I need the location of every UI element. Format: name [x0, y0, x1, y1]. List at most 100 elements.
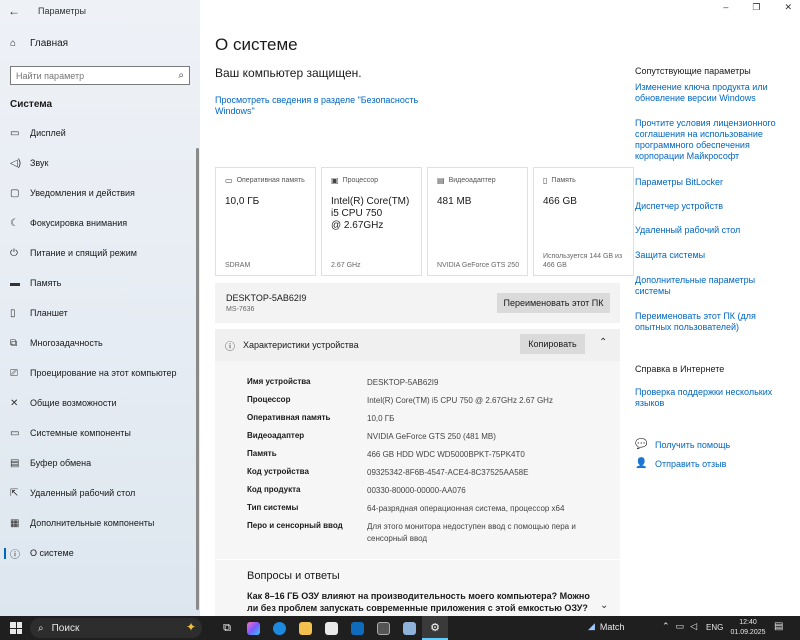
spec-value: 09325342-8F6B-4547-ACE4-8C37525AA58E	[367, 468, 529, 477]
spec-row: Тип системы 64-разрядная операционная сис…	[247, 503, 592, 515]
sidebar-item-display[interactable]: ▭ Дисплей	[0, 118, 196, 148]
sidebar-item-notifications[interactable]: ▢ Уведомления и действия	[0, 178, 196, 208]
link-advanced-settings[interactable]: Дополнительные параметры системы	[635, 275, 765, 297]
sidebar-item-label: Проецирование на этот компьютер	[30, 368, 177, 378]
link-multilang[interactable]: Проверка поддержки нескольких языков	[635, 387, 785, 409]
weather-widget[interactable]: ◢ Match	[588, 621, 624, 632]
sidebar-item-storage[interactable]: ▬ Память	[0, 268, 196, 298]
outlook-icon[interactable]	[344, 616, 370, 640]
task-view-icon[interactable]: ⧉	[214, 616, 240, 640]
rename-pc-button[interactable]: Переименовать этот ПК	[497, 293, 610, 313]
link-rename-advanced[interactable]: Переименовать этот ПК (для опытных польз…	[635, 311, 775, 333]
card-value: Intel(R) Core(TM) i5 CPU 750 @ 2.67GHz	[331, 196, 410, 231]
sidebar-list: ▭ Дисплей ◁) Звук ▢ Уведомления и действия …	[0, 118, 196, 568]
window-controls: – ❐ ✕	[723, 2, 792, 13]
sidebar-item-remote-desktop[interactable]: ⇱ Удаленный рабочий стол	[0, 478, 196, 508]
spec-value: 00330-80000-00000-AA076	[367, 486, 466, 495]
sidebar-item-optional-features[interactable]: ▦ Дополнительные компоненты	[0, 508, 196, 538]
card-ram: ▭ Оперативная память 10,0 ГБ SDRAM	[215, 167, 316, 276]
file-explorer-icon[interactable]	[292, 616, 318, 640]
card-sub: Используется 144 GB из 466 GB	[543, 253, 623, 269]
card-gpu: ▤ Видеоадаптер 481 MB NVIDIA GeForce GTS …	[427, 167, 528, 276]
store-icon[interactable]	[318, 616, 344, 640]
help-chat-icon: 💬	[635, 439, 648, 450]
taskbar-search[interactable]: ⌕ Поиск ✦	[30, 618, 202, 638]
back-arrow-icon[interactable]: ←	[8, 4, 22, 18]
sidebar-home[interactable]: ⌂ Главная	[10, 38, 68, 49]
feedback-person-icon: 👤	[635, 458, 648, 469]
sidebar-item-label: Питание и спящий режим	[30, 248, 137, 258]
link-bitlocker[interactable]: Параметры BitLocker	[635, 177, 785, 188]
sidebar-item-sound[interactable]: ◁) Звук	[0, 148, 196, 178]
notifications-icon[interactable]: ▤	[774, 621, 783, 632]
chevron-up-icon[interactable]: ⌃	[662, 621, 670, 632]
network-icon[interactable]: ▭	[676, 621, 685, 632]
multitasking-icon: ⧉	[10, 337, 18, 349]
taskbar-search-label: Поиск	[51, 622, 80, 634]
sidebar-item-label: О системе	[30, 548, 74, 558]
device-specs-header[interactable]: ⓘ Характеристики устройства Копировать ⌃	[215, 329, 620, 361]
sidebar-item-label: Дисплей	[30, 128, 66, 138]
qa-title: Вопросы и ответы	[247, 570, 340, 582]
get-help-link[interactable]: 💬 Получить помощь	[635, 439, 730, 450]
photos-icon[interactable]	[396, 616, 422, 640]
sidebar-item-focus[interactable]: ☾ Фокусировка внимания	[0, 208, 196, 238]
spec-row: Код продукта 00330-80000-00000-AA076	[247, 485, 592, 497]
link-license-terms[interactable]: Прочтите условия лицензионного соглашени…	[635, 118, 785, 162]
link-system-protection[interactable]: Защита системы	[635, 250, 785, 261]
qa-question[interactable]: Как 8–16 ГБ ОЗУ влияют на производительн…	[247, 590, 592, 614]
spec-key: Код продукта	[247, 485, 301, 494]
language-indicator[interactable]: ENG	[706, 623, 723, 632]
spec-row: Оперативная память 10,0 ГБ	[247, 413, 592, 425]
sidebar-item-system-components[interactable]: ▭ Системные компоненты	[0, 418, 196, 448]
feedback-link[interactable]: 👤 Отправить отзыв	[635, 458, 726, 469]
device-name-bar: DESKTOP-5AB62I9 MS-7636 Переименовать эт…	[215, 283, 620, 323]
sidebar-item-tablet[interactable]: ▯ Планшет	[0, 298, 196, 328]
search-icon: ⌕	[38, 622, 44, 634]
sidebar-item-about[interactable]: ⓘ О системе	[0, 538, 196, 568]
security-link[interactable]: Просмотреть сведения в разделе "Безопасн…	[215, 95, 425, 117]
sidebar-item-multitasking[interactable]: ⧉ Многозадачность	[0, 328, 196, 358]
sidebar-item-power[interactable]: ⏻ Питание и спящий режим	[0, 238, 196, 268]
link-remote-desktop[interactable]: Удаленный рабочий стол	[635, 225, 785, 236]
sidebar-scrollbar[interactable]	[196, 148, 199, 610]
clock-time: 12:40	[739, 619, 757, 626]
projecting-icon: ⎚	[10, 367, 18, 379]
minimize-icon[interactable]: –	[723, 2, 728, 13]
sidebar-item-clipboard[interactable]: ▤ Буфер обмена	[0, 448, 196, 478]
card-value: 481 MB	[437, 196, 472, 207]
close-icon[interactable]: ✕	[784, 2, 792, 13]
spec-value: DESKTOP-5AB62I9	[367, 378, 439, 387]
maximize-icon[interactable]: ❐	[752, 2, 760, 13]
sidebar-item-projecting[interactable]: ⎚ Проецирование на этот компьютер	[0, 358, 196, 388]
settings-icon[interactable]: ⚙	[422, 616, 448, 640]
remote-desktop-icon: ⇱	[10, 487, 19, 499]
info-icon: ⓘ	[10, 549, 20, 561]
link-device-manager[interactable]: Диспетчер устройств	[635, 201, 785, 212]
media-player-icon[interactable]	[370, 616, 396, 640]
copy-button[interactable]: Копировать	[520, 334, 585, 354]
card-label: Видеоадаптер	[448, 177, 496, 184]
sidebar-item-shared[interactable]: ✕ Общие возможности	[0, 388, 196, 418]
volume-icon[interactable]: ◁	[690, 621, 697, 632]
spec-value: 10,0 ГБ	[367, 414, 395, 423]
main-content: – ❐ ✕ О системе Ваш компьютер защищен. П…	[200, 0, 800, 616]
link-change-product-key[interactable]: Изменение ключа продукта или обновление …	[635, 82, 785, 104]
sidebar-item-label: Буфер обмена	[30, 458, 92, 468]
focus-assist-icon: ☾	[10, 217, 19, 229]
chevron-down-icon[interactable]: ⌄	[600, 600, 608, 611]
sidebar-section-title: Система	[10, 99, 53, 110]
sidebar-item-label: Общие возможности	[30, 398, 117, 408]
start-button[interactable]	[10, 622, 22, 634]
spec-cards: ▭ Оперативная память 10,0 ГБ SDRAM ▣ Проце…	[215, 167, 634, 276]
edge-icon[interactable]	[266, 616, 292, 640]
card-label: Оперативная память	[236, 177, 305, 184]
search-input[interactable]	[16, 70, 179, 81]
search-box[interactable]: ⌕	[10, 66, 190, 85]
shared-experiences-icon: ✕	[10, 397, 19, 409]
clock[interactable]: 12:40 01.09.2025	[728, 618, 768, 638]
search-icon[interactable]: ⌕	[178, 70, 184, 81]
weather-label: Match	[599, 621, 625, 632]
chevron-up-icon[interactable]: ⌃	[599, 337, 607, 348]
copilot-icon[interactable]	[240, 616, 266, 640]
